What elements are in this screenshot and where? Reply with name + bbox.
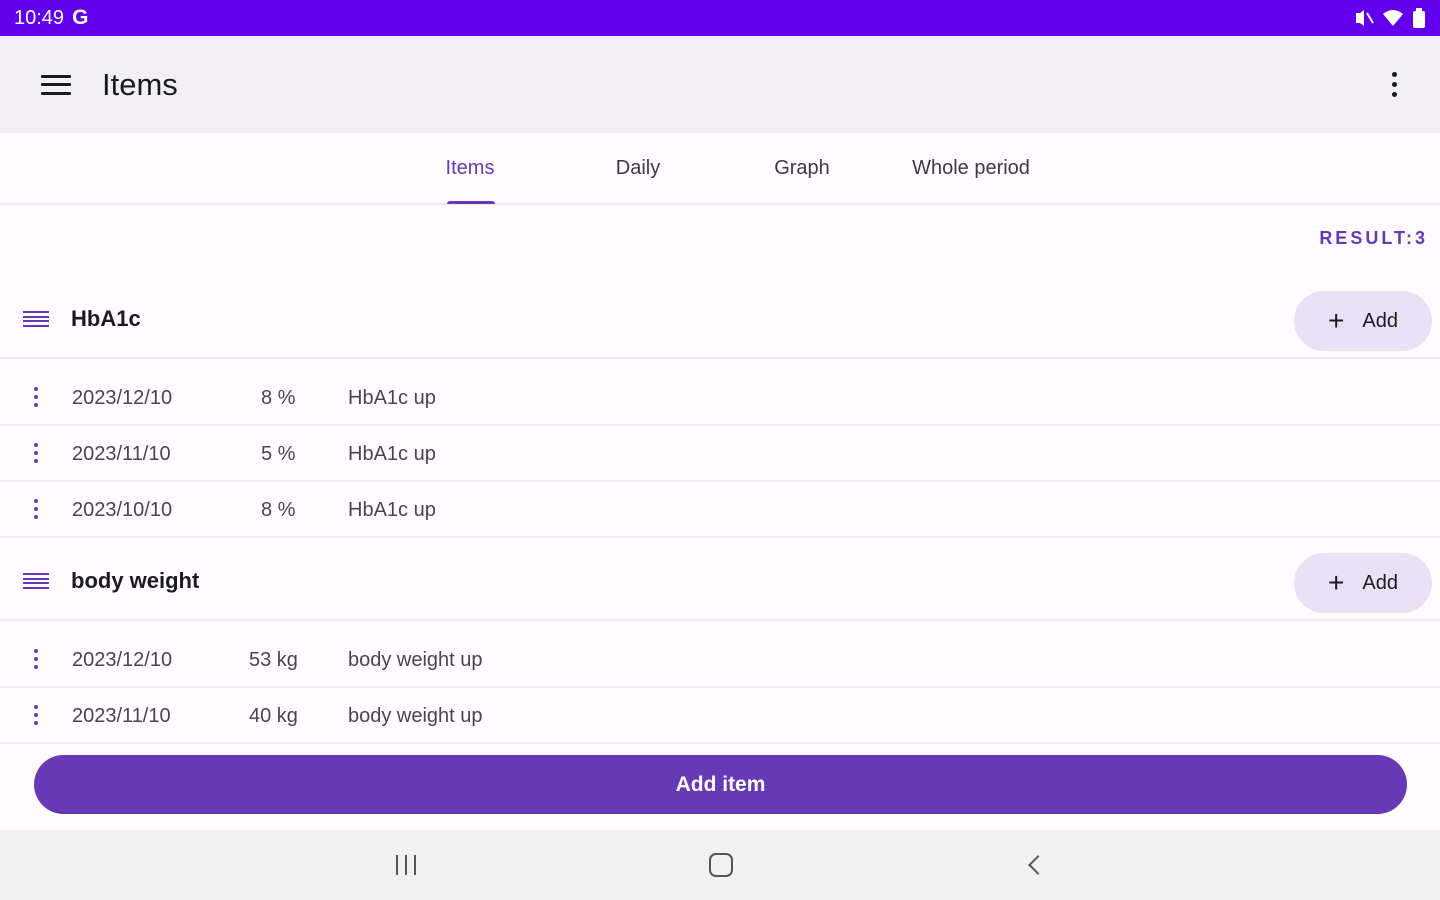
add-button-label: Add (1362, 309, 1398, 332)
table-row: 2023/11/10 40 kg body weight up (0, 688, 1440, 744)
row-note: body weight up (348, 648, 483, 671)
google-icon: G (72, 6, 89, 29)
status-left: 10:49 G (14, 6, 88, 30)
recents-icon (396, 855, 416, 875)
recents-button[interactable] (376, 845, 436, 885)
navigation-menu-button[interactable] (28, 57, 84, 113)
row-note: HbA1c up (348, 498, 436, 521)
page-title: Items (102, 66, 178, 102)
row-more-icon[interactable] (26, 494, 46, 524)
app-bar: Items (0, 36, 1440, 133)
add-record-button[interactable]: + Add (1294, 553, 1432, 613)
tab-graph[interactable]: Graph (752, 133, 852, 203)
back-icon (1028, 855, 1048, 875)
row-more-icon[interactable] (26, 644, 46, 674)
drag-handle-icon[interactable] (23, 573, 49, 589)
result-count: RESULT:3 (1319, 228, 1428, 248)
tab-bar: Items Daily Graph Whole period (0, 133, 1440, 205)
row-note: HbA1c up (348, 386, 436, 409)
tab-whole-period[interactable]: Whole period (896, 133, 1046, 203)
plus-icon: + (1328, 305, 1345, 336)
table-row: 2023/12/10 8 % HbA1c up (0, 370, 1440, 426)
status-bar: 10:49 G (0, 0, 1440, 36)
drag-handle-icon[interactable] (23, 311, 49, 327)
home-icon (709, 853, 733, 877)
more-vert-icon[interactable] (1372, 56, 1416, 112)
table-row: 2023/11/10 5 % HbA1c up (0, 426, 1440, 482)
row-more-icon[interactable] (26, 438, 46, 468)
tab-items[interactable]: Items (420, 133, 520, 203)
table-row: 2023/10/10 8 % HbA1c up (0, 482, 1440, 538)
row-note: body weight up (348, 704, 483, 727)
home-button[interactable] (691, 845, 751, 885)
add-record-button[interactable]: + Add (1294, 291, 1432, 351)
group-header-hba1c: HbA1c + Add (0, 281, 1440, 359)
row-value: 40 kg (249, 704, 298, 727)
table-row: 2023/12/10 53 kg body weight up (0, 632, 1440, 688)
row-date: 2023/10/10 (72, 498, 173, 521)
status-time: 10:49 (14, 6, 65, 29)
wifi-icon (1383, 10, 1403, 26)
group-name: HbA1c (71, 306, 141, 331)
group-name: body weight (71, 568, 200, 593)
status-icons (1354, 8, 1426, 28)
add-item-button[interactable]: Add item (34, 755, 1407, 814)
row-note: HbA1c up (348, 442, 436, 465)
row-date: 2023/12/10 (72, 648, 173, 671)
mute-icon (1356, 10, 1374, 26)
battery-icon (1413, 8, 1425, 28)
row-date: 2023/11/10 (72, 704, 171, 727)
row-more-icon[interactable] (26, 382, 46, 412)
tab-daily[interactable]: Daily (588, 133, 688, 203)
hamburger-icon (41, 74, 71, 95)
row-value: 53 kg (249, 648, 298, 671)
system-nav-bar (0, 830, 1440, 900)
row-date: 2023/12/10 (72, 386, 173, 409)
row-date: 2023/11/10 (72, 442, 171, 465)
tab-indicator (447, 201, 495, 204)
row-more-icon[interactable] (26, 700, 46, 730)
group-header-body-weight: body weight + Add (0, 543, 1440, 621)
add-button-label: Add (1362, 571, 1398, 594)
plus-icon: + (1328, 567, 1345, 598)
back-button[interactable] (1005, 845, 1065, 885)
